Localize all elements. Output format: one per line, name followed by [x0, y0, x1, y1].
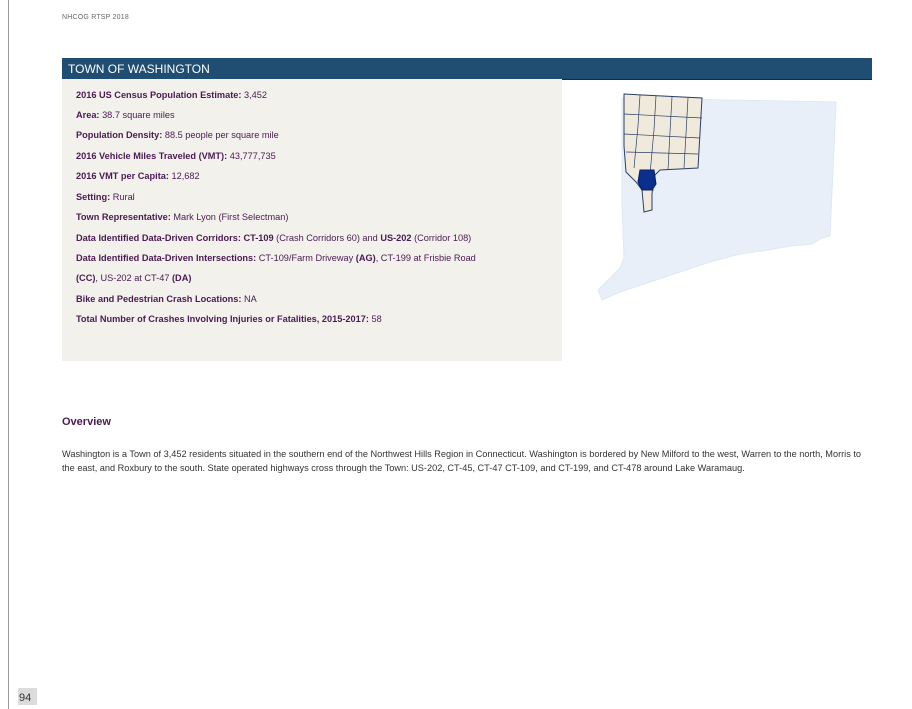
- vmt-capita-label: 2016 VMT per Capita:: [76, 171, 169, 181]
- area-value: 38.7 square miles: [102, 110, 175, 120]
- locator-map: [590, 86, 840, 316]
- corridor-1-name: CT-109: [243, 233, 274, 243]
- setting-value: Rural: [112, 192, 135, 202]
- vmt-label: 2016 Vehicle Miles Traveled (VMT):: [76, 151, 228, 161]
- crashes-value: 58: [371, 314, 382, 324]
- density-line: Population Density: 88.5 people per squa…: [76, 129, 279, 141]
- overview-body: Washington is a Town of 3,452 residents …: [62, 449, 862, 473]
- intersection-3-code: (DA): [172, 273, 192, 283]
- bike-ped-label: Bike and Pedestrian Crash Locations:: [76, 294, 242, 304]
- overview-heading: Overview: [62, 416, 111, 428]
- population-label: 2016 US Census Population Estimate:: [76, 90, 242, 100]
- bike-ped-line: Bike and Pedestrian Crash Locations: NA: [76, 293, 257, 305]
- corridor-1-note: (Crash Corridors 60) and: [276, 233, 378, 243]
- intersection-2-code: (CC): [76, 273, 96, 283]
- town-profile-box: 2016 US Census Population Estimate: 3,45…: [62, 79, 562, 361]
- vmt-capita-value: 12,682: [171, 171, 200, 181]
- density-label: Population Density:: [76, 130, 163, 140]
- setting-line: Setting: Rural: [76, 191, 135, 203]
- town-title-bar: TOWN OF WASHINGTON: [62, 58, 872, 80]
- crashes-line: Total Number of Crashes Involving Injuri…: [76, 313, 382, 325]
- corridors-line: Data Identified Data-Driven Corridors: C…: [76, 232, 471, 244]
- bike-ped-value: NA: [243, 294, 257, 304]
- representative-line: Town Representative: Mark Lyon (First Se…: [76, 211, 288, 223]
- intersections-line-2: (CC), US-202 at CT-47 (DA): [76, 272, 191, 284]
- intersection-1: CT-109/Farm Driveway: [258, 253, 354, 263]
- representative-value: Mark Lyon (First Selectman): [173, 212, 289, 222]
- connecticut-map: [597, 93, 837, 301]
- representative-label: Town Representative:: [76, 212, 171, 222]
- intersection-3: , US-202 at CT-47: [95, 273, 170, 283]
- population-line: 2016 US Census Population Estimate: 3,45…: [76, 89, 267, 101]
- page-edge-rule: [8, 0, 9, 709]
- crashes-label: Total Number of Crashes Involving Injuri…: [76, 314, 369, 324]
- intersection-2: , CT-199 at Frisbie Road: [375, 253, 476, 263]
- page-number: 94: [18, 688, 37, 705]
- vmt-capita-line: 2016 VMT per Capita: 12,682: [76, 170, 200, 182]
- area-line: Area: 38.7 square miles: [76, 109, 175, 121]
- town-title: TOWN OF WASHINGTON: [68, 62, 210, 76]
- document-header: NHCOG RTSP 2018: [62, 14, 129, 21]
- intersection-1-code: (AG): [355, 253, 376, 263]
- corridors-label: Data Identified Data-Driven Corridors:: [76, 233, 241, 243]
- setting-label: Setting:: [76, 192, 111, 202]
- area-label: Area:: [76, 110, 100, 120]
- corridor-2-note: (Corridor 108): [414, 233, 472, 243]
- corridor-2-name: US-202: [380, 233, 412, 243]
- washington-highlight: [637, 169, 657, 191]
- intersections-line-1: Data Identified Data-Driven Intersection…: [76, 252, 476, 264]
- document-page: NHCOG RTSP 2018 TOWN OF WASHINGTON 2016 …: [0, 0, 912, 709]
- density-value: 88.5 people per square mile: [164, 130, 279, 140]
- vmt-value: 43,777,735: [229, 151, 276, 161]
- vmt-line: 2016 Vehicle Miles Traveled (VMT): 43,77…: [76, 150, 276, 162]
- intersections-label: Data Identified Data-Driven Intersection…: [76, 253, 257, 263]
- population-value: 3,452: [243, 90, 267, 100]
